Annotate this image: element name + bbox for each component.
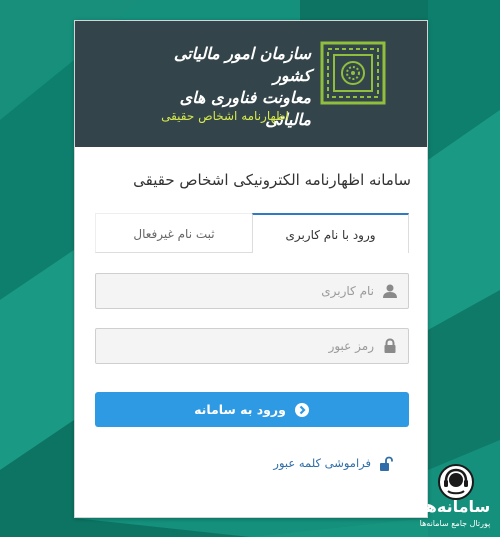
page-title: سامانه اظهارنامه الکترونیکی اشخاص حقیقی — [133, 171, 411, 189]
watermark-brand: سامانه‌ها — [419, 497, 491, 516]
unlock-icon — [380, 456, 393, 471]
header-banner: سازمان امور مالیاتی کشور معاونت فناوری ه… — [75, 21, 427, 147]
tax-organization-emblem-icon — [320, 41, 386, 105]
organization-name-line1: سازمان امور مالیاتی کشور — [173, 44, 311, 85]
tab-register[interactable]: ثبت نام غیرفعال — [95, 213, 252, 253]
login-button-label: ورود به سامانه — [194, 402, 286, 417]
header-subtitle: اظهارنامه اشخاص حقیقی — [161, 109, 289, 123]
lock-icon — [384, 338, 396, 353]
forgot-password-label: فراموشی کلمه عبور — [273, 456, 371, 470]
login-tabs: ورود با نام کاربری ثبت نام غیرفعال — [95, 213, 409, 253]
user-icon — [383, 284, 397, 298]
login-button[interactable]: ورود به سامانه — [95, 392, 409, 427]
arrow-circle-right-icon — [294, 402, 309, 417]
headset-icon — [438, 464, 474, 500]
password-field — [95, 328, 409, 364]
username-field — [95, 273, 409, 309]
forgot-password-link[interactable]: فراموشی کلمه عبور — [255, 453, 393, 473]
password-input[interactable] — [104, 329, 374, 363]
username-input[interactable] — [104, 274, 374, 308]
tab-username-login[interactable]: ورود با نام کاربری — [252, 213, 409, 253]
login-panel: سازمان امور مالیاتی کشور معاونت فناوری ه… — [74, 20, 428, 518]
watermark-tagline: پورتال جامع سامانه‌ها — [419, 519, 491, 528]
